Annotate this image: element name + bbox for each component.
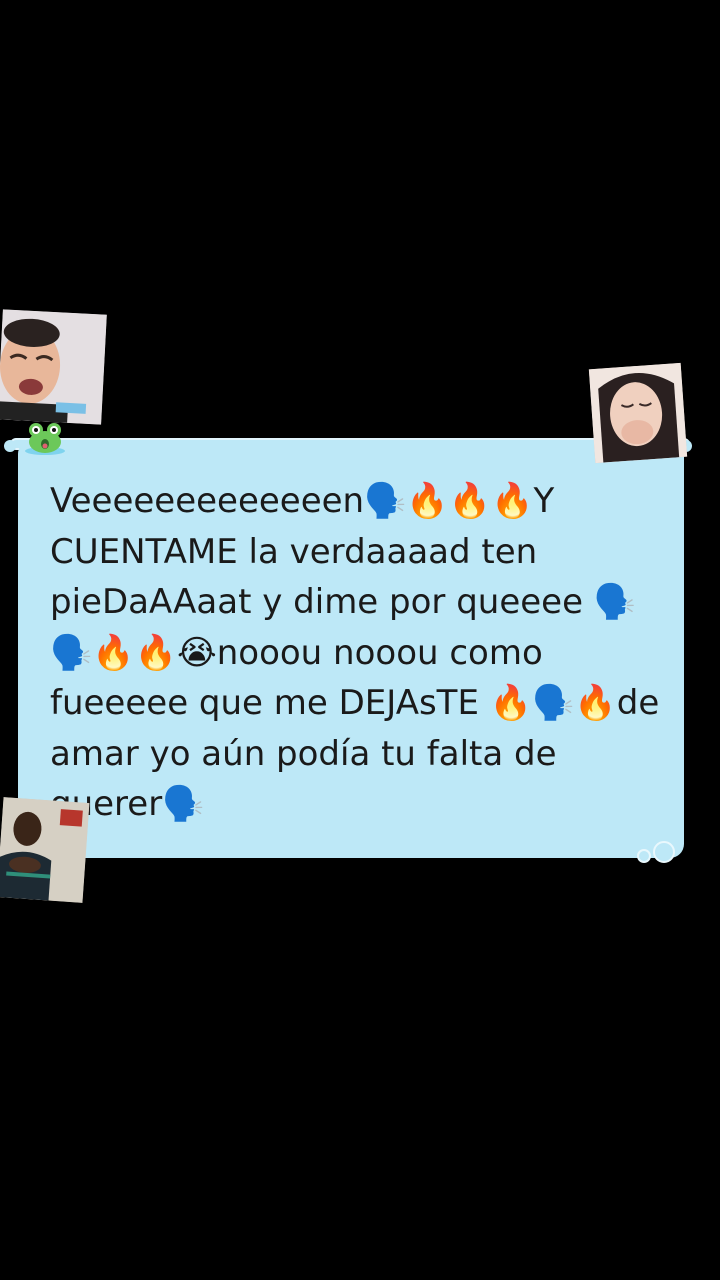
frog-icon [25, 423, 65, 455]
crying-girl-sticker [588, 362, 688, 464]
bubble-corner-dot [4, 440, 16, 452]
bubbles-icon [637, 841, 675, 863]
man-sticker [0, 797, 90, 903]
crying-baby-sticker [0, 309, 107, 425]
lyric-text: Veeeeeeeeeeeeen🗣️🔥🔥🔥Y CUENTAME la verdaa… [50, 481, 671, 824]
